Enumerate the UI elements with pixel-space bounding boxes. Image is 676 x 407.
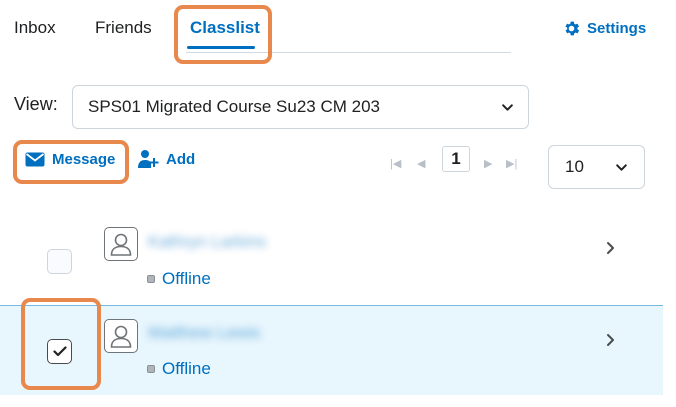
previous-page-icon[interactable]: ◀ xyxy=(417,157,425,170)
page-number-input[interactable]: 1 xyxy=(442,146,470,172)
user-name-link[interactable]: Matthew Lewis xyxy=(148,323,260,343)
settings-button[interactable]: Settings xyxy=(562,19,646,38)
page-size-select[interactable]: 10 xyxy=(548,145,645,189)
user-status: Offline xyxy=(147,269,211,289)
tab-friends[interactable]: Friends xyxy=(95,18,152,38)
message-button[interactable]: Message xyxy=(25,151,115,168)
status-indicator xyxy=(147,365,155,373)
last-page-icon[interactable]: ▶| xyxy=(506,157,517,170)
status-label: Offline xyxy=(162,359,211,378)
row-checkbox[interactable] xyxy=(47,249,72,274)
chevron-right-icon[interactable] xyxy=(605,333,617,347)
view-label: View: xyxy=(14,94,58,114)
status-label: Offline xyxy=(162,269,211,288)
user-status: Offline xyxy=(147,359,211,379)
chevron-down-icon xyxy=(616,163,627,171)
status-indicator xyxy=(147,275,155,283)
tab-inbox[interactable]: Inbox xyxy=(14,18,56,38)
avatar xyxy=(104,227,138,261)
chevron-down-icon xyxy=(502,103,513,111)
avatar xyxy=(104,319,138,353)
chevron-right-icon[interactable] xyxy=(605,241,617,255)
highlight-outline-row-checkbox xyxy=(21,298,101,390)
message-label: Message xyxy=(52,151,116,168)
settings-label: Settings xyxy=(587,20,647,37)
user-name-link[interactable]: Kathryn Larkins xyxy=(148,232,266,252)
gear-icon xyxy=(565,21,580,36)
envelope-icon xyxy=(25,152,45,167)
first-page-icon[interactable]: |◀ xyxy=(390,157,401,170)
page-size-value: 10 xyxy=(565,157,584,176)
list-item[interactable]: Kathryn Larkins Offline xyxy=(0,216,663,304)
add-user-icon xyxy=(138,150,159,168)
next-page-icon[interactable]: ▶ xyxy=(484,157,492,170)
add-label: Add xyxy=(166,150,196,168)
add-button[interactable]: Add xyxy=(138,149,195,169)
view-select[interactable]: SPS01 Migrated Course Su23 CM 203 xyxy=(72,85,529,129)
user-icon xyxy=(110,325,132,348)
user-icon xyxy=(110,233,132,256)
view-select-value: SPS01 Migrated Course Su23 CM 203 xyxy=(88,97,380,116)
highlight-outline-classlist-tab xyxy=(174,5,272,64)
